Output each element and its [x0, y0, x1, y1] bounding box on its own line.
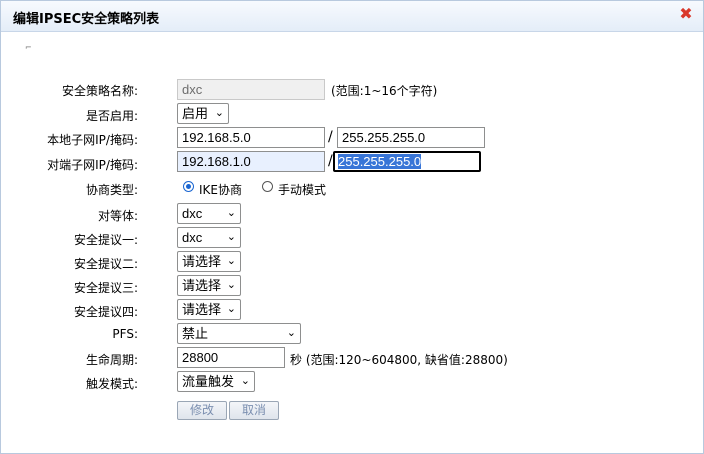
proposal3-select[interactable]: 请选择 ⌄: [177, 275, 241, 296]
local-ip-input[interactable]: 192.168.5.0: [177, 127, 325, 148]
local-subnet-separator: /: [328, 129, 333, 145]
local-mask-input[interactable]: 255.255.255.0: [337, 127, 485, 148]
local-mask-value: 255.255.255.0: [342, 130, 426, 145]
enabled-select[interactable]: 启用 ⌄: [177, 103, 229, 124]
lifetime-input[interactable]: 28800: [177, 347, 285, 368]
proposal1-value: dxc: [182, 230, 203, 245]
lifetime-value: 28800: [182, 350, 219, 365]
peer-label: 对等体:: [97, 209, 138, 223]
ike-radio-label[interactable]: IKE协商: [199, 181, 242, 198]
proposal2-label: 安全提议二:: [73, 257, 138, 271]
remote-mask-input[interactable]: 255.255.255.0: [333, 151, 481, 172]
cancel-button[interactable]: 取消: [229, 401, 279, 420]
lifetime-hint: 秒 (范围:120~604800, 缺省值:28800): [290, 353, 508, 367]
peer-select[interactable]: dxc ⌄: [177, 203, 241, 224]
ike-radio[interactable]: [183, 181, 194, 192]
chevron-down-icon: ⌄: [240, 375, 250, 387]
local-ip-value: 192.168.5.0: [182, 130, 251, 145]
trigger-mode-label: 触发模式:: [85, 377, 138, 391]
policy-name-label: 安全策略名称:: [61, 84, 138, 98]
chevron-down-icon: ⌄: [226, 207, 236, 219]
edit-ipsec-policy-dialog: 编辑IPSEC安全策略列表 ✖ ⌐ 安全策略名称: dxc (范围:1~16个字…: [0, 0, 704, 454]
local-subnet-label: 本地子网IP/掩码:: [47, 133, 138, 147]
proposal2-value: 请选择: [182, 254, 222, 269]
chevron-down-icon: ⌄: [226, 255, 236, 267]
remote-ip-input[interactable]: 192.168.1.0: [177, 151, 325, 172]
remote-mask-value: 255.255.255.0: [338, 154, 422, 169]
chevron-down-icon: ⌄: [226, 279, 236, 291]
proposal3-value: 请选择: [182, 278, 222, 293]
trigger-mode-value: 流量触发: [182, 374, 235, 389]
enabled-value: 启用: [182, 106, 209, 121]
remote-ip-value: 192.168.1.0: [182, 154, 251, 169]
corner-marker-icon: ⌐: [25, 43, 32, 52]
manual-radio-label[interactable]: 手动模式: [278, 181, 326, 198]
trigger-mode-select[interactable]: 流量触发 ⌄: [177, 371, 255, 392]
dialog-title: 编辑IPSEC安全策略列表: [13, 12, 160, 27]
policy-name-value: dxc: [182, 82, 203, 97]
proposal1-select[interactable]: dxc ⌄: [177, 227, 241, 248]
modify-button[interactable]: 修改: [177, 401, 227, 420]
proposal4-select[interactable]: 请选择 ⌄: [177, 299, 241, 320]
chevron-down-icon: ⌄: [214, 107, 224, 119]
peer-value: dxc: [182, 206, 203, 221]
remote-subnet-separator: /: [328, 153, 333, 169]
proposal4-label: 安全提议四:: [73, 305, 138, 319]
pfs-value: 禁止: [182, 326, 209, 341]
remote-subnet-label: 对端子网IP/掩码:: [47, 158, 138, 172]
chevron-down-icon: ⌄: [226, 303, 236, 315]
enabled-label: 是否启用:: [85, 109, 138, 123]
lifetime-label: 生命周期:: [85, 353, 138, 367]
negotiation-type-label: 协商类型:: [85, 183, 138, 197]
proposal1-label: 安全提议一:: [73, 233, 138, 247]
close-icon[interactable]: ✖: [679, 6, 693, 22]
chevron-down-icon: ⌄: [226, 231, 236, 243]
policy-name-hint: (范围:1~16个字符): [331, 84, 438, 98]
chevron-down-icon: ⌄: [286, 327, 296, 339]
manual-radio[interactable]: [262, 181, 273, 192]
dialog-titlebar: 编辑IPSEC安全策略列表 ✖: [1, 1, 703, 32]
pfs-label: PFS:: [112, 327, 138, 341]
proposal4-value: 请选择: [182, 302, 222, 317]
proposal3-label: 安全提议三:: [73, 281, 138, 295]
pfs-select[interactable]: 禁止 ⌄: [177, 323, 301, 344]
policy-name-input[interactable]: dxc: [177, 79, 325, 100]
proposal2-select[interactable]: 请选择 ⌄: [177, 251, 241, 272]
